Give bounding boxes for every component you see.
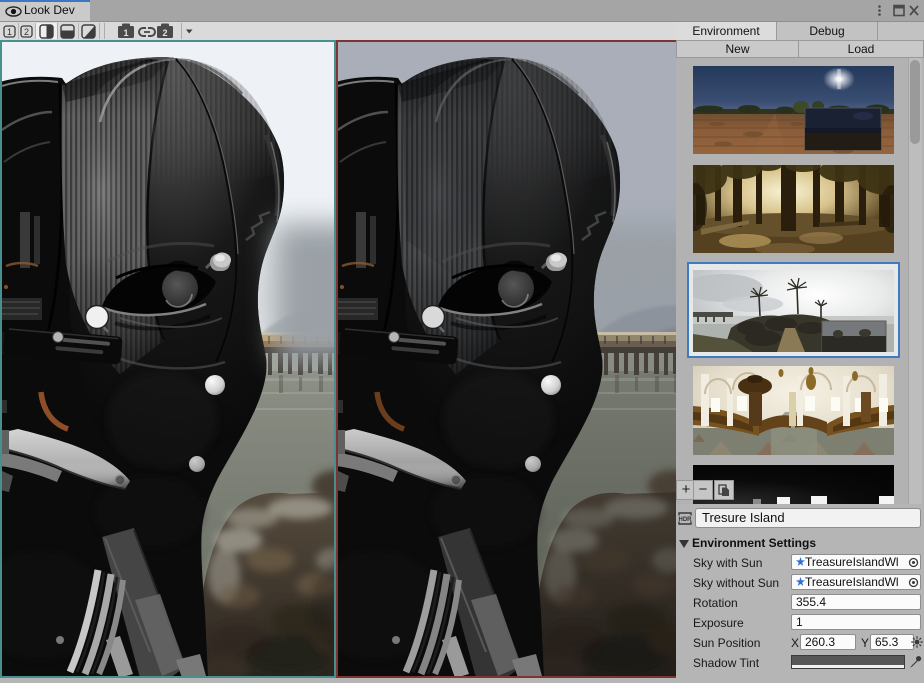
svg-text:1: 1 xyxy=(123,28,128,38)
svg-text:HDR: HDR xyxy=(679,517,693,523)
svg-text:2: 2 xyxy=(24,27,29,37)
svg-text:2: 2 xyxy=(162,28,167,38)
svg-text:1: 1 xyxy=(7,27,12,37)
